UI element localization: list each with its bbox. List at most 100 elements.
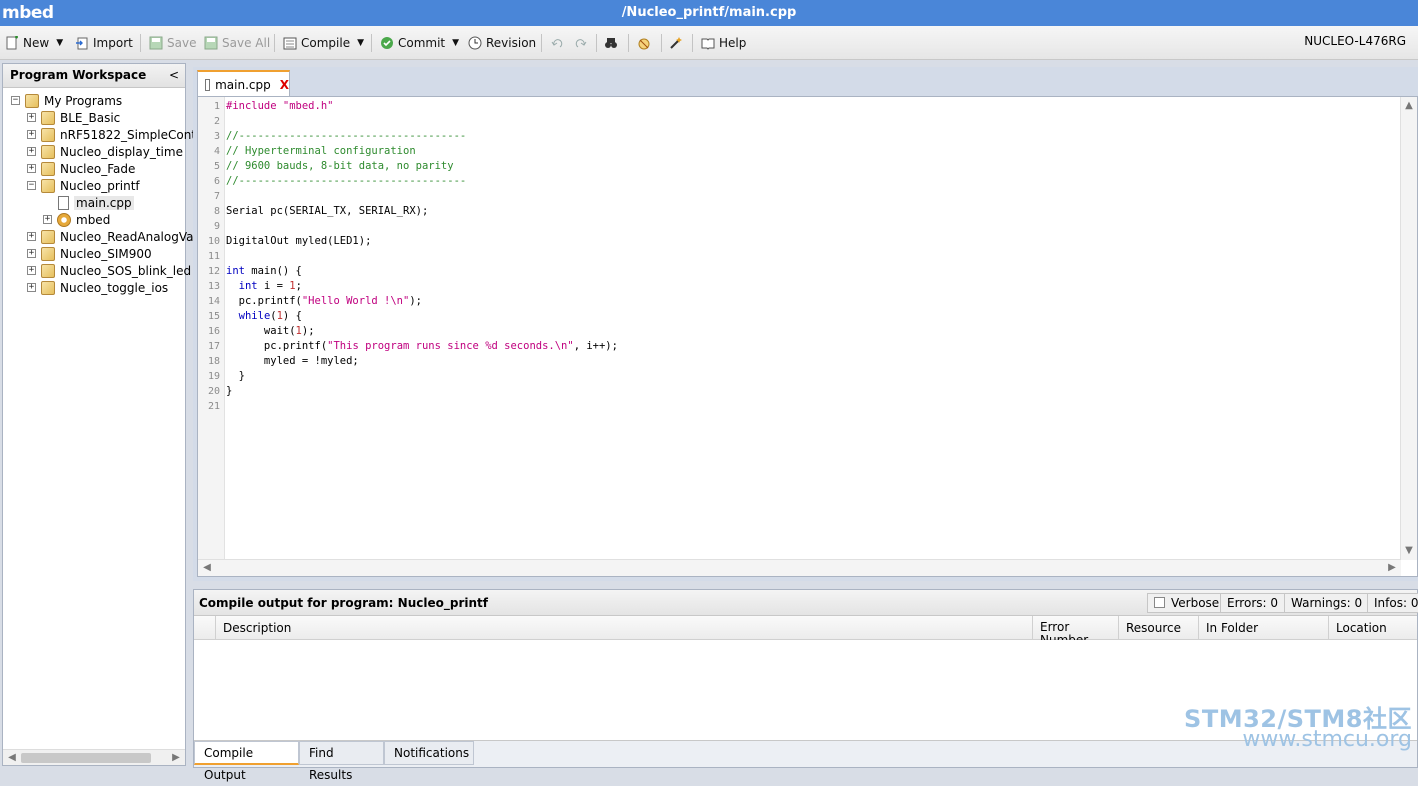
scroll-right-icon[interactable]: ▶ [1385, 561, 1399, 575]
program-workspace-panel: Program Workspace < − My Programs + BLE_B… [2, 63, 218, 766]
tree-item-nucleo-toggle-ios[interactable]: + Nucleo_toggle_ios [27, 279, 168, 296]
undo-button[interactable] [550, 33, 564, 53]
tree-item-nucleo-printf[interactable]: − Nucleo_printf [27, 177, 140, 194]
program-icon [41, 178, 55, 193]
program-icon [41, 280, 55, 295]
revision-button[interactable]: Revision [468, 33, 536, 53]
line-number: 4 [213, 146, 220, 157]
find-button[interactable] [604, 33, 618, 53]
workspace-title: Program Workspace [10, 68, 147, 82]
tree-item-mbed-library[interactable]: + mbed [43, 211, 110, 228]
program-icon [41, 246, 55, 261]
line-number: 3 [213, 131, 220, 142]
column-header-location[interactable]: Location [1328, 616, 1417, 640]
new-label: New [23, 36, 50, 50]
line-number: 8 [213, 206, 220, 217]
new-button[interactable]: New ▼ [5, 33, 63, 53]
tree-item-label: Nucleo_SOS_blink_led [60, 263, 192, 278]
commit-button[interactable]: Commit ▼ [380, 33, 459, 53]
column-header-description[interactable]: Description [215, 616, 1032, 640]
code-line: //------------------------------------ [226, 175, 467, 187]
tree-item-nucleo-display-time[interactable]: + Nucleo_display_time [27, 143, 183, 160]
tree-root-my-programs[interactable]: − My Programs [11, 92, 122, 109]
book-icon [701, 36, 715, 50]
save-all-button[interactable]: Save All [204, 33, 270, 53]
tab-label: main.cpp [215, 77, 271, 92]
line-number: 15 [207, 311, 220, 322]
format-button[interactable] [669, 33, 683, 53]
chevron-down-icon: ▼ [452, 38, 460, 48]
collapse-icon[interactable]: − [27, 181, 36, 190]
expand-icon[interactable]: + [27, 249, 36, 258]
vertical-scrollbar[interactable]: ▲ ▼ [1400, 97, 1417, 560]
library-gear-icon [57, 212, 71, 227]
errors-count[interactable]: Errors: 0 [1220, 593, 1285, 613]
tree-item-nucleo-sos-blink-led[interactable]: + Nucleo_SOS_blink_led [27, 262, 191, 279]
output-header: Compile output for program: Nucleo_print… [194, 590, 1418, 616]
tab-notifications[interactable]: Notifications [384, 741, 474, 765]
import-label: Import [93, 36, 133, 50]
column-header-resource[interactable]: Resource [1118, 616, 1198, 640]
scroll-up-icon[interactable]: ▲ [1402, 99, 1416, 113]
infos-count[interactable]: Infos: 0 [1367, 593, 1418, 613]
import-button[interactable]: Import [75, 33, 133, 53]
line-number: 6 [213, 176, 220, 187]
horizontal-scrollbar[interactable]: ◀ ▶ [198, 559, 1401, 576]
tab-find-results[interactable]: Find Results [299, 741, 384, 782]
redo-button[interactable] [574, 33, 588, 53]
tree-item-nucleo-fade[interactable]: + Nucleo_Fade [27, 160, 135, 177]
publish-button[interactable] [637, 33, 651, 53]
target-label: NUCLEO-L476RG [1304, 34, 1406, 48]
line-number: 9 [213, 221, 220, 232]
scroll-left-icon[interactable]: ◀ [5, 751, 19, 765]
scroll-left-icon[interactable]: ◀ [200, 561, 214, 575]
code-line: int main() { [226, 265, 302, 277]
chevron-down-icon: ▼ [357, 38, 364, 48]
expand-icon[interactable]: + [27, 232, 36, 241]
tree-item-main-cpp[interactable]: main.cpp [58, 194, 134, 211]
expand-icon[interactable]: + [27, 164, 36, 173]
expand-icon[interactable]: + [27, 113, 36, 122]
scroll-down-icon[interactable]: ▼ [1402, 544, 1416, 558]
collapse-icon[interactable]: − [11, 96, 20, 105]
tree-item-nucleo-readanalogvalue[interactable]: + Nucleo_ReadAnalogValue [27, 228, 212, 245]
tree-item-nucleo-sim900[interactable]: + Nucleo_SIM900 [27, 245, 152, 262]
tree-item-nrf51822[interactable]: + nRF51822_SimpleControls [27, 126, 218, 143]
line-number: 20 [207, 386, 220, 397]
tree-root-label: My Programs [44, 93, 123, 108]
close-icon[interactable]: X [280, 78, 289, 92]
column-header-in-folder[interactable]: In Folder [1198, 616, 1328, 640]
help-button[interactable]: Help [701, 33, 746, 53]
expand-icon[interactable]: + [27, 266, 36, 275]
save-button[interactable]: Save [149, 33, 196, 53]
horizontal-scrollbar[interactable]: ◀ ▶ [3, 749, 185, 765]
code-line: #include "mbed.h" [226, 100, 334, 112]
target-device-button[interactable]: NUCLEO-L476RG [1304, 34, 1406, 48]
warnings-count[interactable]: Warnings: 0 [1284, 593, 1370, 613]
line-number: 5 [213, 161, 220, 172]
scroll-right-icon[interactable]: ▶ [169, 751, 183, 765]
verbose-checkbox[interactable]: Verbose [1147, 593, 1227, 613]
scrollbar-thumb[interactable] [21, 753, 151, 763]
expand-icon[interactable]: + [27, 147, 36, 156]
code-line: pc.printf("This program runs since %d se… [226, 340, 618, 352]
expand-icon[interactable]: + [27, 130, 36, 139]
code-editor[interactable]: 1 2 3 4 5 6 7 8 9 10 11 12 13 14 15 16 17 18 19 20 21 ▲ ▼ ◀ … [197, 96, 1418, 577]
file-path-title: /Nucleo_printf/main.cpp [621, 5, 797, 20]
tab-main-cpp[interactable]: main.cpp X [197, 70, 290, 97]
file-icon [205, 78, 211, 91]
checkbox-icon[interactable] [1154, 597, 1165, 608]
line-number: 14 [207, 296, 220, 307]
column-header-error-number[interactable]: Error Number [1032, 616, 1118, 640]
program-icon [41, 127, 55, 142]
expand-icon[interactable]: + [27, 283, 36, 292]
expand-icon[interactable]: + [43, 215, 52, 224]
new-file-icon [5, 35, 19, 50]
code-line: // Hyperterminal configuration [226, 145, 416, 157]
collapse-panel-icon[interactable]: < [169, 64, 179, 87]
tab-compile-output[interactable]: Compile Output [194, 741, 299, 782]
line-number: 10 [207, 236, 220, 247]
tree-item-label: Nucleo_Fade [60, 161, 136, 176]
compile-button[interactable]: Compile ▼ [283, 33, 364, 53]
tree-item-ble-basic[interactable]: + BLE_Basic [27, 109, 120, 126]
